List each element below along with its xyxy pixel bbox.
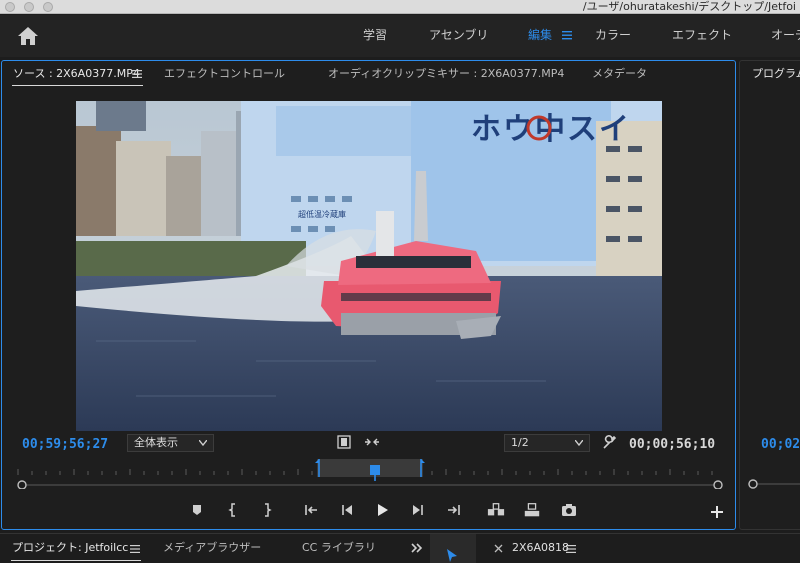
tools-panel [430,534,476,563]
source-time-ruler[interactable] [12,457,728,489]
sequence-tab-menu-icon[interactable] [566,544,576,554]
tab-source[interactable]: ソース : 2X6A0377.MP4 [13,61,140,87]
resolution-select-value: 1/2 [511,436,529,449]
bottom-panel: プロジェクト: Jetfoilcc メディアブラウザー CC ライブラリ 2X6… [0,533,800,563]
tab-cc-libraries[interactable]: CC ライブラリ [302,534,376,563]
mark-out-icon[interactable] [258,501,276,519]
workspace-audio[interactable]: オーデ [771,15,800,57]
tab-metadata[interactable]: メタデータ [592,61,647,87]
workspace-editing[interactable]: 編集 [528,15,552,57]
video-preview[interactable]: ホウ中スイ 超低温冷蔵庫 [76,101,662,431]
home-icon[interactable] [16,25,40,47]
source-tab-menu-icon[interactable] [132,69,142,79]
chevron-down-icon [575,440,583,446]
add-button-icon[interactable] [708,503,726,521]
export-frame-icon[interactable] [560,501,578,519]
go-to-out-icon[interactable] [444,501,462,519]
step-forward-icon[interactable] [409,501,427,519]
program-in-point-icon[interactable] [748,479,758,489]
chevron-down-icon [199,440,207,446]
add-marker-icon[interactable] [188,501,206,519]
tab-project[interactable]: プロジェクト: Jetfoilcc [12,534,128,563]
window-title: /ユーザ/ohuratakeshi/デスクトップ/Jetfoi [582,0,796,13]
source-timecode-in[interactable]: 00;59;56;27 [22,437,108,452]
workspace-assembly[interactable]: アセンブリ [429,15,488,57]
tab-media-browser[interactable]: メディアブラウザー [163,534,261,563]
insert-overwrite-icon[interactable] [364,436,380,448]
workspace-menu-icon[interactable] [561,29,573,41]
source-monitor-panel: ソース : 2X6A0377.MP4 エフェクトコントロール オーディオクリップ… [1,60,736,530]
go-to-in-icon[interactable] [303,501,321,519]
close-tab-icon[interactable] [494,544,503,553]
selection-tool-icon[interactable] [445,548,459,563]
more-tabs-icon[interactable] [411,542,423,554]
resolution-select[interactable]: 1/2 [504,434,590,452]
tab-program[interactable]: プログラム [752,61,800,87]
tab-effect-controls[interactable]: エフェクトコントロール [164,61,285,87]
fit-select-value: 全体表示 [134,436,178,449]
window-titlebar: /ユーザ/ohuratakeshi/デスクトップ/Jetfoi [0,0,800,14]
tab-audio-clip-mixer[interactable]: オーディオクリップミキサー : 2X6A0377.MP4 [328,61,564,87]
workspace-bar: 学習 アセンブリ 編集 カラー エフェクト オーデ [0,15,800,57]
play-icon[interactable] [373,501,391,519]
zoom-window-icon[interactable] [43,2,53,12]
source-duration-timecode: 00;00;56;10 [629,437,716,452]
project-tab-menu-icon[interactable] [130,544,140,554]
active-tab-indicator [12,85,143,86]
tab-sequence[interactable]: 2X6A0818 [512,534,569,563]
overwrite-icon[interactable] [523,501,541,519]
safe-margins-icon[interactable] [337,435,351,449]
step-back-icon[interactable] [338,501,356,519]
close-window-icon[interactable] [5,2,15,12]
fit-select[interactable]: 全体表示 [127,434,214,452]
insert-icon[interactable] [487,501,505,519]
active-tab-indicator [11,560,141,561]
minimize-window-icon[interactable] [24,2,34,12]
mark-in-icon[interactable] [224,501,242,519]
workspace-color[interactable]: カラー [595,15,631,57]
video-frame-image: ホウ中スイ 超低温冷蔵庫 [76,101,662,431]
wrench-icon[interactable] [602,435,617,450]
building-sub-sign: 超低温冷蔵庫 [298,209,346,219]
workspace-learning[interactable]: 学習 [363,15,387,57]
program-monitor-panel: プログラム 00;02; [739,60,800,530]
workspace-effects[interactable]: エフェクト [672,15,732,57]
program-timecode[interactable]: 00;02; [761,437,800,452]
